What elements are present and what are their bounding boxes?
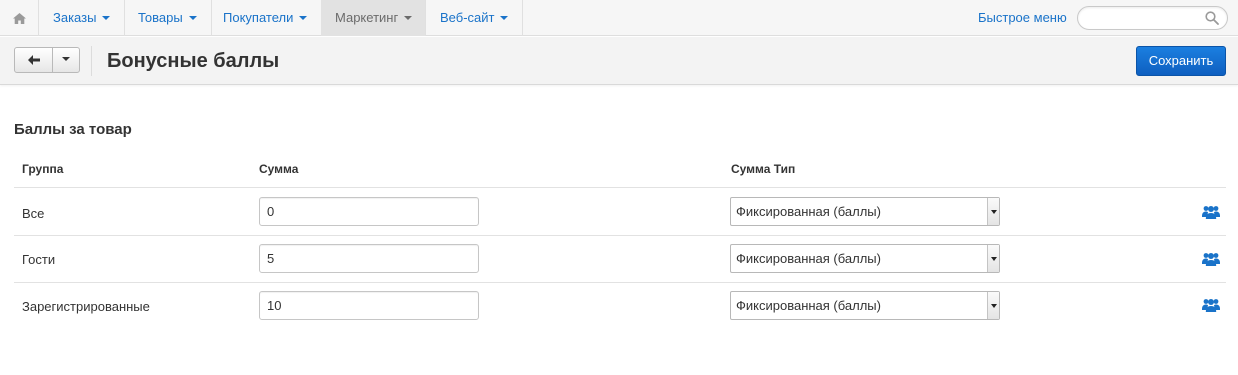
page-header: Бонусные баллы Сохранить [0, 37, 1238, 85]
nav-customers-label: Покупатели [223, 10, 294, 25]
home-icon [12, 12, 26, 24]
save-button[interactable]: Сохранить [1136, 46, 1226, 76]
back-dropdown-button[interactable] [53, 48, 79, 72]
nav-marketing[interactable]: Маркетинг [321, 0, 426, 36]
amount-field[interactable]: 10 [259, 291, 479, 320]
amount-field[interactable]: 5 [259, 244, 479, 273]
amount-type-select[interactable]: Фиксированная (баллы) [730, 291, 1000, 320]
caret-down-icon [102, 15, 111, 20]
section-title: Баллы за товар [14, 121, 132, 138]
caret-down-icon [299, 15, 308, 20]
amount-type-select[interactable]: Фиксированная (баллы) [730, 197, 1000, 226]
select-arrow-icon [987, 245, 999, 272]
caret-down-icon [404, 15, 413, 20]
nav-marketing-label: Маркетинг [335, 10, 399, 25]
quick-menu-link[interactable]: Быстрое меню [978, 0, 1067, 36]
home-link[interactable] [0, 0, 39, 36]
users-icon[interactable] [1202, 205, 1220, 219]
nav-products-label: Товары [138, 10, 183, 25]
search-input[interactable] [1077, 6, 1228, 30]
column-header-amount: Сумма [259, 162, 299, 176]
amount-type-value: Фиксированная (баллы) [736, 204, 881, 219]
nav-customers[interactable]: Покупатели [209, 0, 323, 36]
header-divider [91, 46, 92, 76]
users-icon[interactable] [1202, 298, 1220, 312]
caret-down-icon [500, 15, 509, 20]
row-group-label: Гости [22, 252, 56, 267]
top-navbar: Заказы Товары Покупатели Маркетинг Веб-с… [0, 0, 1238, 36]
nav-products[interactable]: Товары [124, 0, 212, 36]
column-header-group: Группа [22, 162, 64, 176]
row-divider [14, 282, 1226, 283]
row-divider [14, 235, 1226, 236]
column-header-amount-type: Сумма Тип [731, 162, 796, 176]
search-icon [1205, 11, 1219, 25]
nav-orders-label: Заказы [53, 10, 97, 25]
row-divider [14, 187, 1226, 188]
caret-down-icon [188, 15, 197, 20]
amount-field[interactable]: 0 [259, 197, 479, 226]
arrow-left-icon [27, 55, 40, 65]
nav-website[interactable]: Веб-сайт [426, 0, 524, 36]
amount-type-select[interactable]: Фиксированная (баллы) [730, 244, 1000, 273]
caret-down-icon [62, 57, 70, 61]
back-button-group [14, 47, 80, 73]
page-title: Бонусные баллы [107, 50, 280, 72]
amount-type-value: Фиксированная (баллы) [736, 298, 881, 313]
row-group-label: Зарегистрированные [22, 299, 150, 314]
amount-type-value: Фиксированная (баллы) [736, 251, 881, 266]
nav-orders[interactable]: Заказы [39, 0, 126, 36]
select-arrow-icon [987, 198, 999, 225]
back-button[interactable] [15, 48, 53, 72]
row-group-label: Все [22, 206, 45, 221]
nav-website-label: Веб-сайт [440, 10, 495, 25]
users-icon[interactable] [1202, 252, 1220, 266]
select-arrow-icon [987, 292, 999, 319]
